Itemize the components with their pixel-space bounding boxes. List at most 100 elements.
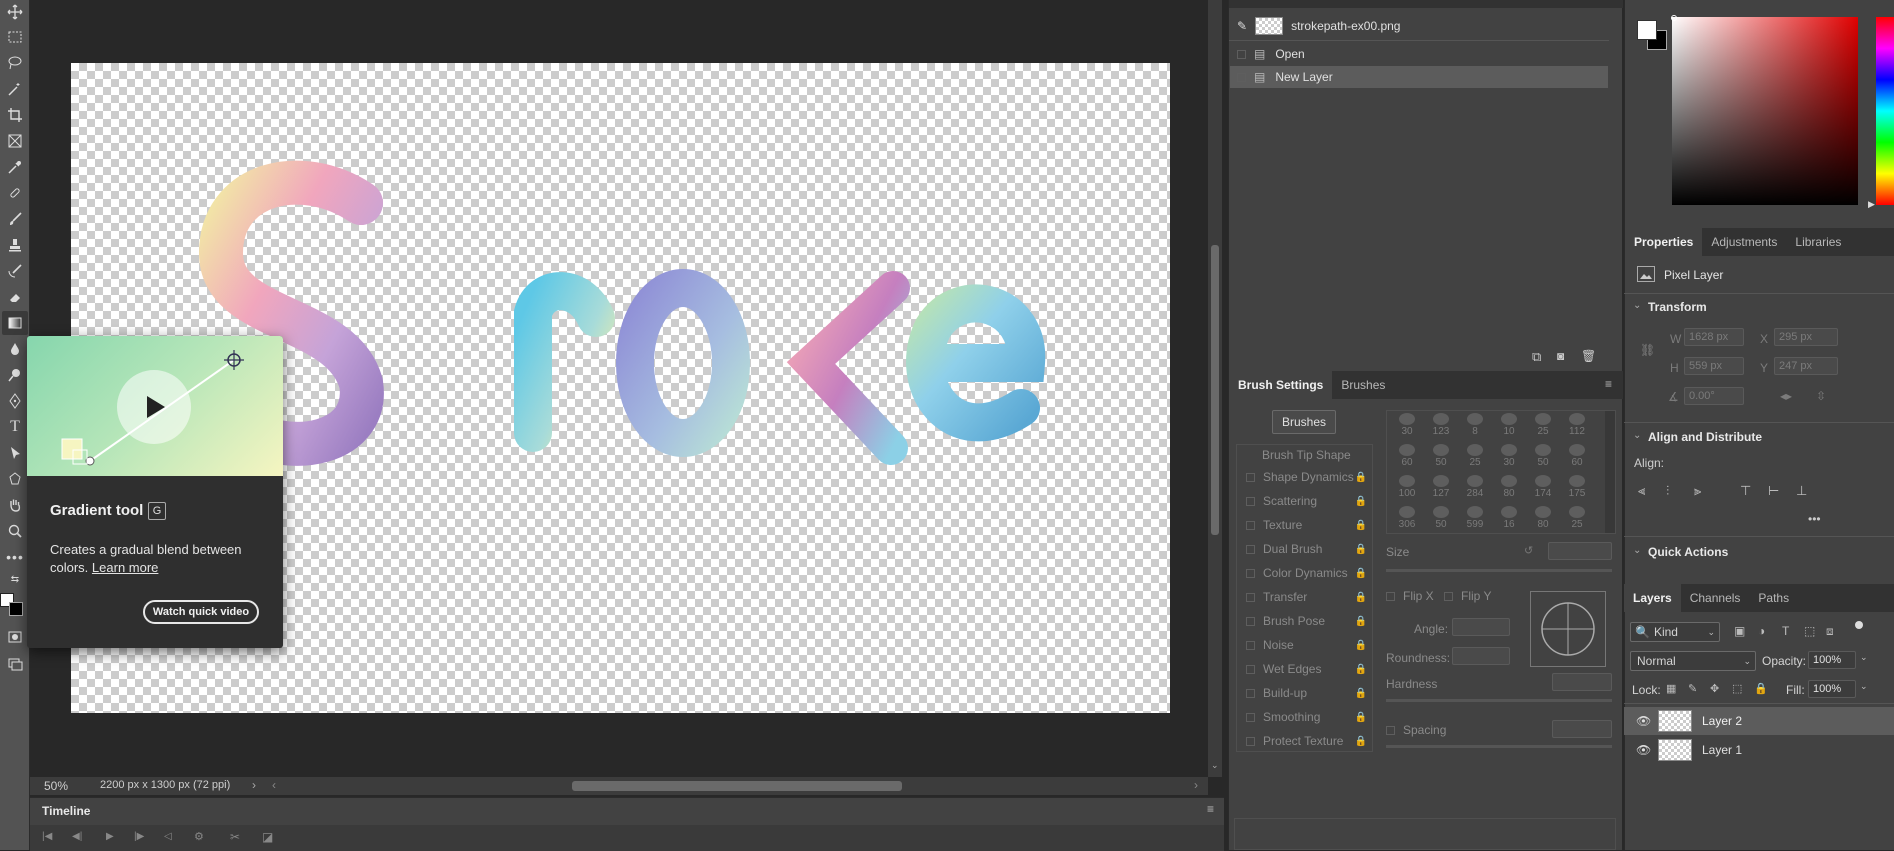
marquee-tool-icon[interactable] <box>2 25 28 49</box>
brush-preset[interactable]: 25 <box>1561 504 1593 533</box>
vertical-scroll-thumb[interactable] <box>1211 245 1219 535</box>
lock-transparent-icon[interactable]: ▦ <box>1666 682 1676 695</box>
align-middle-vertical-icon[interactable]: ⊢ <box>1768 483 1779 499</box>
picker-foreground-swatch[interactable] <box>1637 20 1657 40</box>
align-right-icon[interactable]: ⫸ <box>1694 483 1701 499</box>
align-center-horizontal-icon[interactable]: ⫶ <box>1666 483 1669 499</box>
spacing-option[interactable]: Spacing <box>1386 723 1446 737</box>
brush-preset[interactable]: 50 <box>1425 442 1457 472</box>
scroll-down-arrow-icon[interactable]: ⌄ <box>1211 760 1219 771</box>
align-top-icon[interactable]: ⊤ <box>1740 483 1751 499</box>
hardness-field[interactable] <box>1552 673 1612 691</box>
spacing-slider[interactable] <box>1386 745 1612 748</box>
flip-horizontal-icon[interactable]: ◂▸ <box>1780 389 1792 403</box>
learn-more-link[interactable]: Learn more <box>92 560 158 575</box>
lock-all-icon[interactable]: 🔒 <box>1754 682 1768 695</box>
horizontal-scroll-thumb[interactable] <box>572 781 902 791</box>
brush-preset[interactable]: 25 <box>1459 442 1491 472</box>
angle-field[interactable] <box>1452 618 1510 636</box>
dodge-tool-icon[interactable] <box>2 363 28 387</box>
path-selection-tool-icon[interactable] <box>2 441 28 465</box>
history-brush-tool-icon[interactable] <box>2 259 28 283</box>
scroll-right-arrow-icon[interactable]: › <box>1194 778 1198 792</box>
brushes-button[interactable]: Brushes <box>1272 410 1336 434</box>
align-distribute-title[interactable]: Align and Distribute <box>1648 430 1762 444</box>
link-dimensions-icon[interactable]: ⛓ <box>1640 343 1655 357</box>
tab-paths[interactable]: Paths <box>1749 584 1798 612</box>
split-icon[interactable]: ✂ <box>230 830 240 844</box>
brush-preset[interactable]: 123 <box>1425 411 1457 441</box>
lock-pixels-icon[interactable]: ✎ <box>1688 682 1697 695</box>
brush-preset[interactable]: 599 <box>1459 504 1491 533</box>
brush-preset[interactable]: 127 <box>1425 473 1457 503</box>
brush-option-brush-pose[interactable]: Brush Pose 🔒 <box>1236 610 1373 632</box>
quick-actions-collapse-icon[interactable]: ⌄ <box>1633 545 1641 556</box>
layer-row-layer-1[interactable]: 👁 Layer 1 <box>1624 736 1894 764</box>
hue-slider-handle-icon[interactable]: ▶ <box>1868 199 1875 210</box>
screen-mode-icon[interactable] <box>2 652 28 676</box>
align-bottom-icon[interactable]: ⊥ <box>1796 483 1807 499</box>
create-snapshot-icon[interactable]: ◙ <box>1557 349 1564 363</box>
magic-wand-tool-icon[interactable] <box>2 77 28 101</box>
layer-name[interactable]: Layer 1 <box>1702 743 1742 757</box>
filter-smart-object-icon[interactable]: ⧈ <box>1826 624 1834 639</box>
spacing-field[interactable] <box>1552 720 1612 738</box>
previous-frame-icon[interactable]: ◀| <box>72 831 82 842</box>
zoom-level[interactable]: 50% <box>44 779 68 793</box>
filter-type-icon[interactable]: T <box>1782 624 1789 638</box>
next-frame-icon[interactable]: |▶ <box>134 831 144 842</box>
brush-angle-preview[interactable] <box>1530 591 1606 667</box>
brush-preset[interactable]: 50 <box>1425 504 1457 533</box>
history-checkbox[interactable] <box>1237 49 1246 59</box>
tab-libraries[interactable]: Libraries <box>1786 228 1850 256</box>
size-field[interactable] <box>1548 542 1612 560</box>
filter-toggle-icon[interactable] <box>1855 621 1863 629</box>
brush-option-wet-edges[interactable]: Wet Edges 🔒 <box>1236 658 1373 680</box>
visibility-eye-icon[interactable]: 👁 <box>1636 714 1651 728</box>
brush-option-scattering[interactable]: Scattering 🔒 <box>1236 490 1373 512</box>
fill-chevron-icon[interactable]: ⌄ <box>1860 681 1868 692</box>
tab-properties[interactable]: Properties <box>1625 228 1703 256</box>
flip-vertical-icon[interactable]: ⇳ <box>1816 389 1826 403</box>
transform-collapse-icon[interactable]: ⌄ <box>1633 300 1641 311</box>
brush-preset[interactable]: 80 <box>1493 473 1525 503</box>
timeline-settings-icon[interactable]: ⚙ <box>194 830 204 843</box>
brush-preset[interactable]: 284 <box>1459 473 1491 503</box>
status-menu-arrow-icon[interactable]: › <box>252 778 256 792</box>
color-field-picker-icon[interactable] <box>1671 15 1677 21</box>
brush-preset[interactable]: 30 <box>1391 411 1423 441</box>
brush-preset[interactable]: 8 <box>1459 411 1491 441</box>
opacity-field[interactable]: 100% <box>1808 651 1856 669</box>
history-checkbox[interactable] <box>1237 72 1246 82</box>
audio-icon[interactable]: ◁ <box>164 831 172 842</box>
zoom-tool-icon[interactable] <box>2 519 28 543</box>
visibility-eye-icon[interactable]: 👁 <box>1636 743 1651 757</box>
brush-preset[interactable]: 175 <box>1561 473 1593 503</box>
brush-preset[interactable]: 50 <box>1527 442 1559 472</box>
tab-adjustments[interactable]: Adjustments <box>1702 228 1786 256</box>
brush-option-build-up[interactable]: Build-up 🔒 <box>1236 682 1373 704</box>
lock-artboard-icon[interactable]: ⬚ <box>1732 682 1742 695</box>
swap-colors-icon[interactable]: ⇆ <box>2 570 28 588</box>
flip-y-option[interactable]: Flip Y <box>1444 589 1491 603</box>
tab-channels[interactable]: Channels <box>1681 584 1750 612</box>
x-field[interactable]: 295 px <box>1774 328 1838 346</box>
layer-row-layer-2[interactable]: 👁 Layer 2 <box>1624 707 1894 735</box>
y-field[interactable]: 247 px <box>1774 357 1838 375</box>
brush-preset[interactable]: 60 <box>1561 442 1593 472</box>
brush-option-texture[interactable]: Texture 🔒 <box>1236 514 1373 536</box>
brush-preset[interactable]: 25 <box>1527 411 1559 441</box>
lasso-tool-icon[interactable] <box>2 51 28 75</box>
eraser-tool-icon[interactable] <box>2 285 28 309</box>
history-snapshot-row[interactable]: ✎ strokepath-ex00.png <box>1229 15 1609 37</box>
brush-option-dual-brush[interactable]: Dual Brush 🔒 <box>1236 538 1373 560</box>
play-icon[interactable]: ▶ <box>106 831 114 842</box>
transition-icon[interactable]: ◪ <box>262 830 273 844</box>
tab-brush-settings[interactable]: Brush Settings <box>1229 371 1333 399</box>
brush-preset-grid[interactable]: 30 123 8 10 25 112 60 50 25 30 50 60 100 127 284 80 174 1… <box>1386 410 1616 534</box>
hardness-slider[interactable] <box>1386 699 1612 702</box>
tab-brushes[interactable]: Brushes <box>1332 371 1394 399</box>
pen-tool-icon[interactable] <box>2 389 28 413</box>
size-slider[interactable] <box>1386 569 1612 572</box>
type-tool-icon[interactable]: T <box>2 415 28 439</box>
